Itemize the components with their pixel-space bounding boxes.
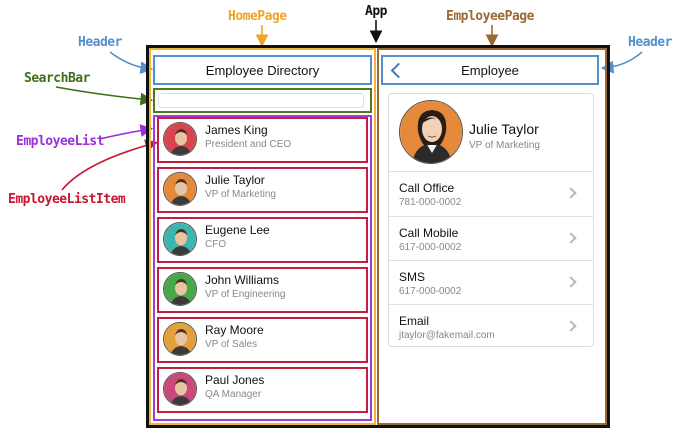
employee-avatar (163, 322, 197, 356)
app-label: App (365, 4, 387, 19)
employee-avatar (163, 372, 197, 406)
employee-title: President and CEO (205, 139, 292, 150)
employee-list-item[interactable]: Ray Moore VP of Sales (157, 317, 368, 363)
search-bar-arrow (55, 86, 154, 106)
contact-action-row[interactable]: Call Office 781-000-0002 (389, 171, 593, 215)
contact-action-label: Email (399, 314, 430, 328)
avatar-portrait-icon (164, 273, 196, 305)
employee-avatar (163, 122, 197, 156)
detail-title: VP of Marketing (469, 140, 540, 151)
search-bar-label: SearchBar (24, 71, 90, 86)
employee-name: Ray Moore (205, 323, 264, 337)
employee-name: James King (205, 123, 268, 137)
chevron-left-icon[interactable] (390, 62, 407, 79)
contact-action-label: Call Mobile (399, 226, 459, 240)
header-left-arrow (109, 51, 154, 75)
contact-action-value: 617-000-0002 (399, 242, 462, 253)
employee-avatar (163, 222, 197, 256)
avatar-portrait-icon (164, 373, 196, 405)
detail-name: Julie Taylor (469, 121, 539, 137)
header-right-label: Header (628, 35, 672, 50)
avatar-portrait-icon (164, 223, 196, 255)
contact-action-value: 617-000-0002 (399, 286, 462, 297)
employee-name: John Williams (205, 273, 280, 287)
employee-title: VP of Sales (205, 339, 258, 350)
employee-page-label: EmployeePage (446, 9, 534, 24)
employee-list-item[interactable]: Eugene Lee CFO (157, 217, 368, 263)
employee-title: VP of Engineering (205, 289, 286, 300)
employee-list-item-arrow (61, 139, 159, 191)
employee-avatar (163, 172, 197, 206)
employee-header: Employee (381, 55, 599, 85)
avatar-portrait-icon (164, 323, 196, 355)
home-header: Employee Directory (153, 55, 372, 85)
employee-list-item-label: EmployeeListItem (8, 192, 126, 207)
chevron-right-icon (565, 187, 577, 199)
chevron-right-icon (565, 276, 577, 288)
search-input[interactable] (158, 93, 364, 108)
detail-avatar (399, 100, 463, 164)
employee-avatar (163, 272, 197, 306)
employee-list-item[interactable]: James King President and CEO (157, 117, 368, 163)
contact-action-row[interactable]: Call Mobile 617-000-0002 (389, 216, 593, 260)
employee-list-item[interactable]: John Williams VP of Engineering (157, 267, 368, 313)
avatar-portrait-icon (400, 101, 462, 163)
contact-action-label: Call Office (399, 181, 455, 195)
employee-title: QA Manager (205, 389, 262, 400)
home-page-label: HomePage (228, 9, 287, 24)
contact-action-row[interactable]: SMS 617-000-0002 (389, 260, 593, 304)
employee-detail-card: Julie Taylor VP of Marketing Call Office… (388, 93, 594, 347)
contact-action-row[interactable]: Email jtaylor@fakemail.com (389, 304, 593, 348)
contact-action-value: jtaylor@fakemail.com (399, 330, 495, 341)
contact-action-value: 781-000-0002 (399, 197, 462, 208)
avatar-portrait-icon (164, 173, 196, 205)
home-header-title: Employee Directory (205, 62, 320, 78)
employee-title: VP of Marketing (205, 189, 276, 200)
employee-name: Julie Taylor (205, 173, 265, 187)
employee-list-item[interactable]: Julie Taylor VP of Marketing (157, 167, 368, 213)
search-bar (153, 88, 372, 113)
employee-list-item[interactable]: Paul Jones QA Manager (157, 367, 368, 413)
employee-name: Eugene Lee (205, 223, 270, 237)
chevron-right-icon (565, 232, 577, 244)
chevron-right-icon (565, 320, 577, 332)
employee-title: CFO (205, 239, 227, 250)
header-left-label: Header (78, 35, 122, 50)
contact-action-label: SMS (399, 270, 426, 284)
employee-name: Paul Jones (205, 373, 265, 387)
employee-list-label: EmployeeList (16, 134, 104, 149)
employee-header-title: Employee (461, 62, 519, 78)
employee-list-arrow (99, 124, 154, 140)
avatar-portrait-icon (164, 123, 196, 155)
